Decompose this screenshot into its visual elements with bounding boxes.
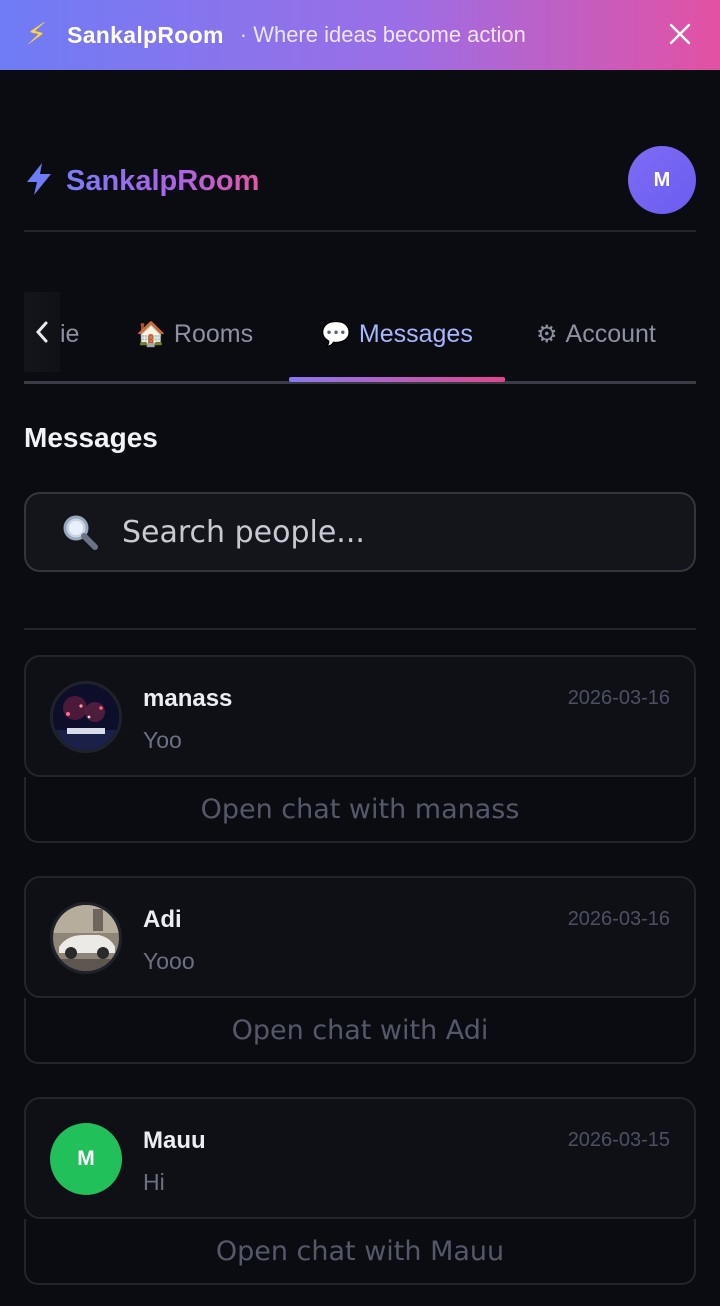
avatar: M [50,1123,122,1195]
conversation-card[interactable]: Adi Yooo 2026-03-16 [24,876,696,998]
conversation-date: 2026-03-15 [567,1129,670,1151]
tab-messages[interactable]: 💬 Messages [321,312,473,356]
tabs-scroll-left-button[interactable] [24,292,60,372]
banner-brand: SankalpRoom [67,21,224,48]
open-chat-button[interactable]: Open chat with Adi [24,998,696,1064]
avatar-photo-night-scene [53,684,119,750]
tab-label: Account [565,319,656,348]
tab-account[interactable]: ⚙ Account [536,312,656,356]
tab-label: Messages [358,319,473,348]
conversation-card[interactable]: M Mauu Hi 2026-03-15 [24,1097,696,1219]
avatar [50,902,122,974]
active-tab-indicator [289,377,505,382]
conversation-preview: Yoo [143,727,182,753]
list-divider [24,628,696,630]
tab-label: Rooms [173,319,254,348]
conversation-name: Adi [143,906,182,933]
page-title: Messages [24,422,158,453]
speech-bubble-icon: 💬 [321,320,351,348]
banner-tagline: · Where ideas become action [239,22,526,47]
header-divider [24,230,696,232]
conversation-preview: Yooo [143,948,195,974]
conversation-name: manass [143,685,233,712]
chevron-left-icon [35,321,48,343]
nav-tabs: ie 🏠 Rooms 💬 Messages ⚙ Account [24,292,696,384]
app-header: SankalpRoom M [24,145,696,217]
bolt-icon [27,162,51,195]
tab-label: ie [60,319,80,348]
open-chat-button[interactable]: Open chat with manass [24,777,696,843]
open-chat-button[interactable]: Open chat with Mauu [24,1219,696,1285]
close-icon[interactable] [662,16,698,52]
search-box[interactable] [24,492,696,572]
avatar [50,681,122,753]
gear-icon: ⚙ [536,320,558,348]
promo-banner: ⚡ SankalpRoom · Where ideas become actio… [0,0,720,70]
avatar-photo-white-car [53,905,119,971]
house-icon: 🏠 [136,320,166,348]
search-input[interactable] [120,513,664,551]
app-logo-text[interactable]: SankalpRoom [66,165,259,198]
conversation-name: Mauu [143,1127,206,1154]
search-icon [63,515,98,550]
tab-rooms[interactable]: 🏠 Rooms [136,312,253,356]
bolt-icon: ⚡ [26,18,48,51]
conversation-card[interactable]: manass Yoo 2026-03-16 [24,655,696,777]
user-avatar[interactable]: M [628,146,696,214]
conversation-preview: Hi [143,1169,165,1195]
close-icon-glyph [669,23,691,45]
conversation-date: 2026-03-16 [567,687,670,709]
logo-bolt-icon [24,162,54,201]
tab-home[interactable]: ie [60,312,79,356]
conversation-date: 2026-03-16 [567,908,670,930]
